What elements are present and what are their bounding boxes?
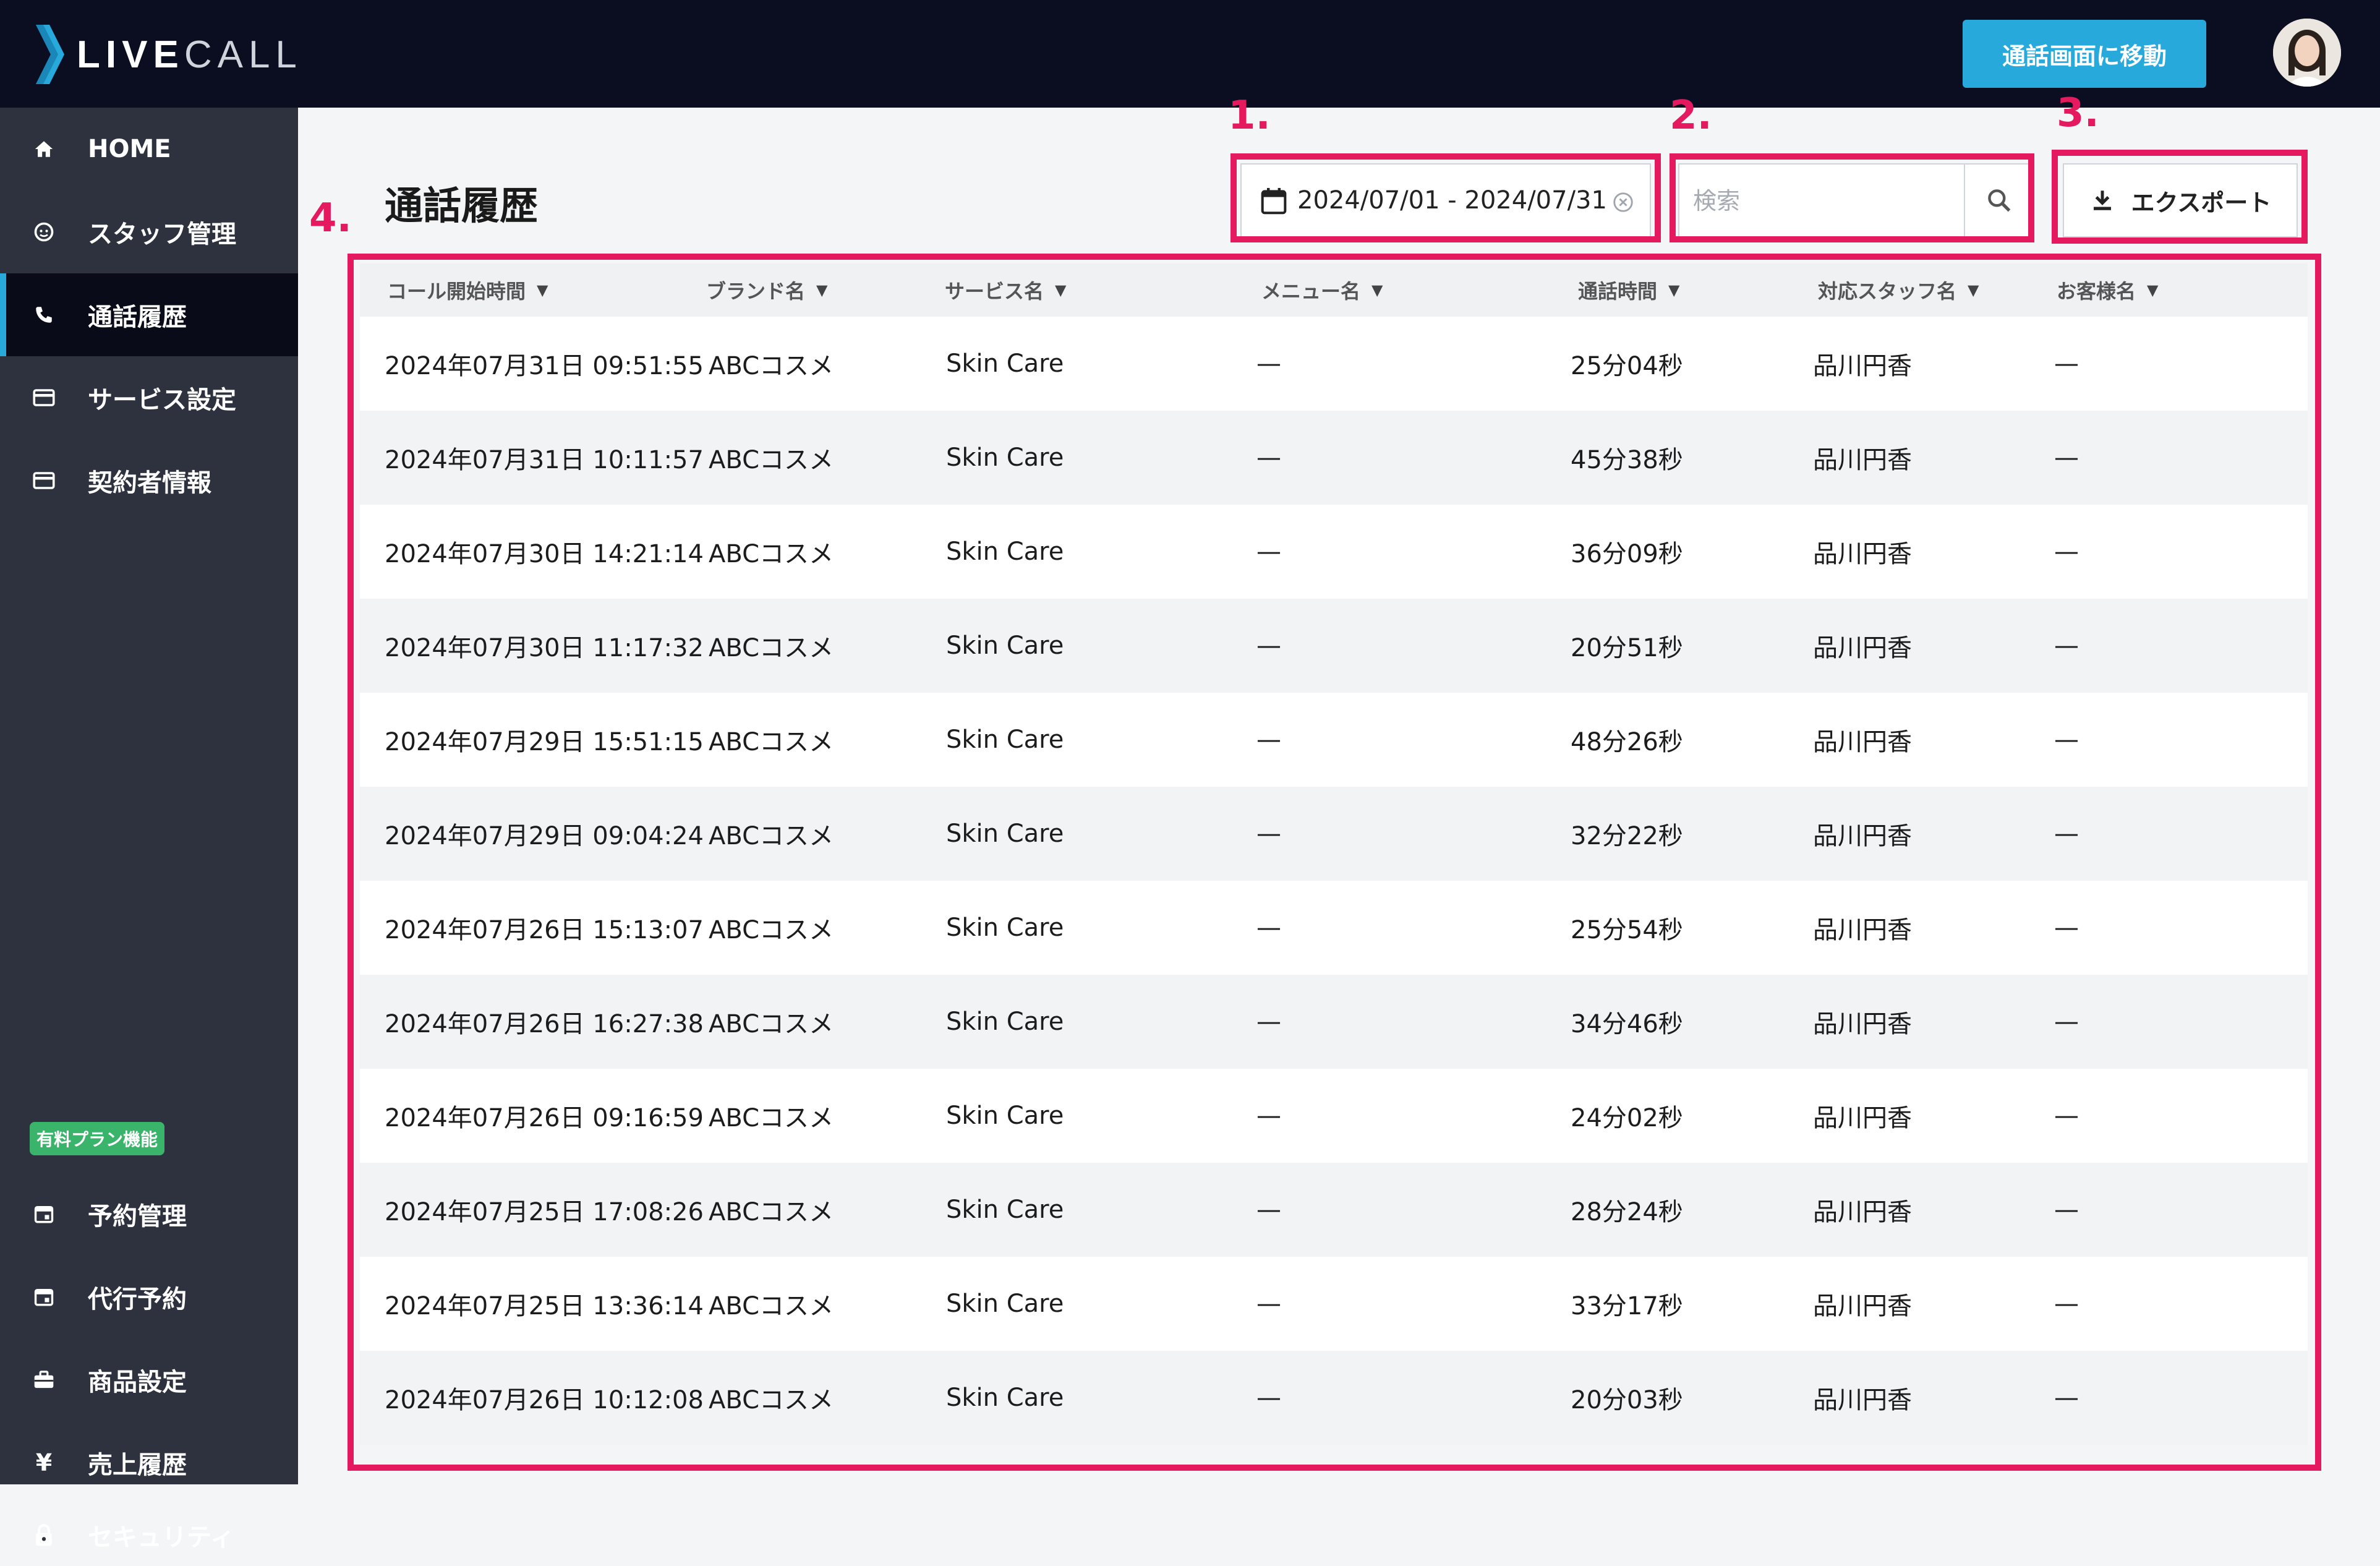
- avatar-portrait-icon: [2273, 19, 2341, 87]
- annotation-box-2: [1670, 153, 2034, 242]
- annotation-box-3: [2052, 150, 2308, 244]
- livecall-logo[interactable]: LIVECALL: [36, 24, 302, 85]
- sidebar-item-proxy-reservation[interactable]: 代行予約: [0, 1256, 298, 1338]
- annotation-label-4: 4.: [309, 195, 352, 241]
- sidebar-item-contractor-info[interactable]: 契約者情報: [0, 439, 298, 522]
- calendar-icon: [30, 1200, 58, 1228]
- sidebar-item-label: HOME: [88, 135, 171, 163]
- sidebar-item-home[interactable]: HOME: [0, 108, 298, 190]
- sidebar-item-label: 通話履歴: [88, 303, 187, 332]
- annotation-box-1: [1231, 153, 1661, 242]
- logo-text: LIVECALL: [77, 33, 302, 76]
- sidebar-item-reservations[interactable]: 予約管理: [0, 1173, 298, 1256]
- user-avatar[interactable]: [2273, 19, 2341, 87]
- page-title: 通話履歴: [385, 183, 539, 228]
- annotation-label-3: 3.: [2057, 90, 2099, 136]
- sidebar-item-label: スタッフ管理: [88, 220, 236, 249]
- sidebar-item-label: セキュリティ: [88, 1523, 235, 1552]
- sidebar-item-service-settings[interactable]: サービス設定: [0, 356, 298, 439]
- sidebar-item-call-history[interactable]: 通話履歴: [0, 273, 298, 356]
- sidebar: HOME スタッフ管理 通話履歴 サービス設定 契約者情報 有料プラン機能 予約…: [0, 108, 298, 1552]
- lock-icon: [30, 1521, 58, 1549]
- top-bar: LIVECALL 通話画面に移動: [0, 0, 2380, 108]
- sidebar-item-label: 売上履歴: [88, 1451, 187, 1479]
- phone-icon: [30, 301, 58, 329]
- yen-icon: ¥: [35, 1449, 53, 1476]
- annotation-label-1: 1.: [1228, 93, 1271, 139]
- annotation-label-2: 2.: [1670, 93, 1712, 139]
- briefcase-icon: [30, 1366, 58, 1394]
- sidebar-item-product-settings[interactable]: 商品設定: [0, 1338, 298, 1421]
- go-to-call-screen-button[interactable]: 通話画面に移動: [1963, 20, 2206, 88]
- staff-icon: [30, 218, 58, 246]
- annotation-box-4: [348, 254, 2321, 1471]
- card-icon: [30, 383, 58, 412]
- calendar-icon: [30, 1283, 58, 1311]
- sidebar-item-label: サービス設定: [88, 386, 236, 414]
- sidebar-item-label: 代行予約: [88, 1285, 187, 1314]
- sidebar-item-staff[interactable]: スタッフ管理: [0, 190, 298, 273]
- sidebar-item-label: 商品設定: [88, 1368, 187, 1397]
- logo-mark-icon: [36, 25, 64, 84]
- sidebar-item-label: 予約管理: [88, 1202, 187, 1231]
- sidebar-item-sales-history[interactable]: ¥ 売上履歴: [0, 1421, 298, 1504]
- home-icon: [30, 135, 58, 163]
- sidebar-item-security[interactable]: セキュリティ: [0, 1504, 298, 1566]
- paid-plan-badge: 有料プラン機能: [30, 1122, 164, 1155]
- card-icon: [30, 466, 58, 495]
- sidebar-item-label: 契約者情報: [88, 469, 211, 497]
